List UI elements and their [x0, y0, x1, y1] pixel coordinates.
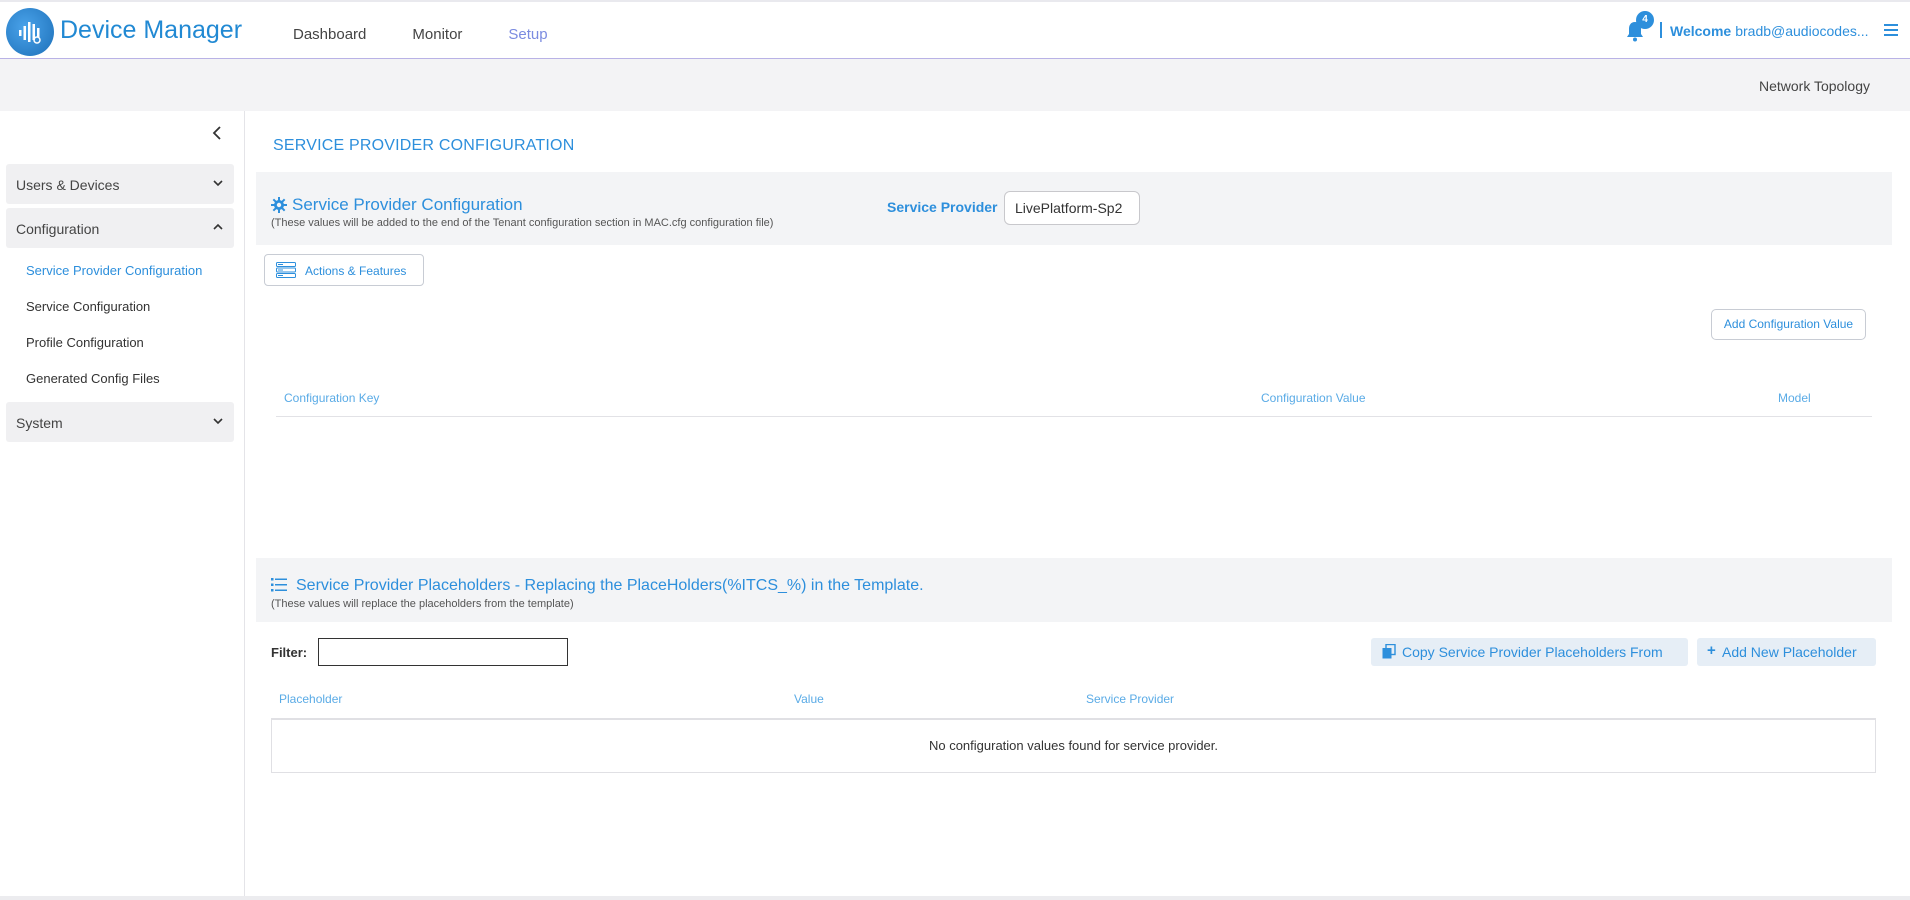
actions-features-button[interactable]: Actions & Features: [264, 254, 424, 286]
gear-icon: [271, 197, 287, 213]
filter-input[interactable]: [318, 638, 568, 666]
sidebar-item-service-provider-configuration[interactable]: Service Provider Configuration: [26, 263, 202, 278]
sidebar-group-users-devices[interactable]: Users & Devices: [6, 164, 234, 204]
nav-setup[interactable]: Setup: [508, 26, 547, 43]
column-header-configuration-value[interactable]: Configuration Value: [1261, 391, 1366, 405]
table-header-divider: [276, 416, 1872, 417]
page-title: SERVICE PROVIDER CONFIGURATION: [273, 137, 575, 154]
app-title: Device Manager: [60, 16, 243, 44]
bottom-border: [0, 896, 1910, 900]
column-header-model[interactable]: Model: [1778, 391, 1811, 405]
add-new-placeholder-label: Add New Placeholder: [1722, 644, 1857, 660]
column-header-configuration-key[interactable]: Configuration Key: [284, 391, 379, 405]
placeholders-panel-title: Service Provider Placeholders - Replacin…: [296, 577, 924, 594]
config-panel-subtitle: (These values will be added to the end o…: [271, 217, 774, 229]
app-logo-icon[interactable]: [6, 8, 54, 56]
chevron-down-icon: [213, 180, 223, 187]
placeholders-panel-subtitle: (These values will replace the placehold…: [271, 598, 574, 610]
config-panel-title: Service Provider Configuration: [292, 195, 523, 214]
network-topology-link[interactable]: Network Topology: [1759, 78, 1870, 94]
chevron-down-icon: [213, 418, 223, 425]
welcome-label: Welcome: [1670, 23, 1732, 39]
sidebar-item-generated-config-files[interactable]: Generated Config Files: [26, 371, 160, 386]
user-name: bradb@audiocodes...: [1735, 23, 1869, 39]
service-provider-select[interactable]: LivePlatform-Sp2: [1004, 191, 1140, 225]
placeholders-panel: Service Provider Placeholders - Replacin…: [256, 558, 1892, 622]
hamburger-menu-icon[interactable]: [1884, 24, 1898, 36]
main-nav: Dashboard Monitor Setup: [293, 26, 594, 43]
copy-placeholders-label: Copy Service Provider Placeholders From: [1402, 644, 1663, 660]
sub-header: Network Topology: [0, 59, 1910, 111]
column-header-service-provider[interactable]: Service Provider: [1086, 692, 1174, 706]
sidebar-group-label: System: [16, 415, 63, 431]
service-provider-config-panel: Service Provider Configuration (These va…: [256, 172, 1892, 245]
sidebar: Users & Devices Configuration Service Pr…: [0, 111, 245, 900]
header-divider: [1660, 22, 1662, 38]
chevron-up-icon: [213, 223, 223, 230]
sidebar-group-system[interactable]: System: [6, 402, 234, 442]
sidebar-group-label: Users & Devices: [16, 177, 120, 193]
copy-placeholders-button[interactable]: Copy Service Provider Placeholders From: [1371, 638, 1688, 666]
sidebar-group-label: Configuration: [16, 221, 100, 237]
service-provider-label: Service Provider: [887, 199, 998, 215]
plus-icon: +: [1707, 642, 1716, 659]
column-header-placeholder[interactable]: Placeholder: [279, 692, 342, 706]
nav-dashboard[interactable]: Dashboard: [293, 26, 366, 43]
list-icon: [271, 578, 287, 592]
chevron-left-icon[interactable]: [210, 125, 224, 141]
add-configuration-value-button[interactable]: Add Configuration Value: [1711, 309, 1866, 340]
sidebar-group-configuration[interactable]: Configuration: [6, 208, 234, 248]
actions-features-label: Actions & Features: [305, 264, 407, 278]
copy-icon: [1382, 644, 1396, 659]
notification-badge: 4: [1636, 11, 1654, 29]
filter-label: Filter:: [271, 645, 308, 660]
welcome-user[interactable]: Welcome bradb@audiocodes...: [1670, 23, 1869, 39]
placeholders-empty-message: No configuration values found for servic…: [271, 718, 1876, 773]
server-list-icon: [276, 262, 296, 278]
nav-monitor[interactable]: Monitor: [412, 26, 462, 43]
add-new-placeholder-button[interactable]: + Add New Placeholder: [1697, 638, 1876, 666]
top-bar: Device Manager Dashboard Monitor Setup 4…: [0, 0, 1910, 59]
sidebar-item-profile-configuration[interactable]: Profile Configuration: [26, 335, 144, 350]
sidebar-item-service-configuration[interactable]: Service Configuration: [26, 299, 150, 314]
column-header-value[interactable]: Value: [794, 692, 824, 706]
